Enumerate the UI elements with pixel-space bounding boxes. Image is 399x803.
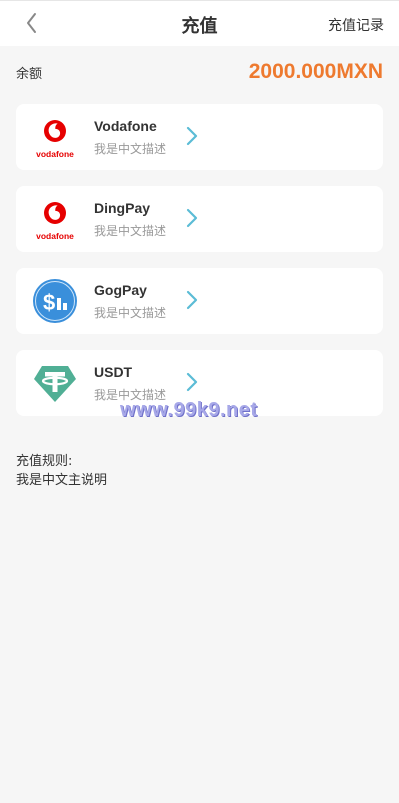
svg-text:$: $: [43, 290, 55, 315]
payment-name: DingPay: [94, 200, 151, 216]
balance-value: 2000.000MXN: [248, 60, 383, 83]
payment-description: 我是中文描述: [94, 142, 167, 156]
vodafone-logo-text: vodafone: [36, 231, 74, 241]
payment-name: GogPay: [94, 282, 147, 298]
balance-label: 余额: [16, 67, 43, 82]
payment-name: USDT: [94, 364, 133, 380]
rules-text: 我是中文主说明: [16, 473, 108, 488]
payment-name: Vodafone: [94, 118, 157, 134]
chevron-right-icon: [186, 126, 198, 146]
top-bar: 充值 充值记录: [0, 0, 399, 46]
vodafone-logo-icon: vodafone: [36, 202, 74, 241]
payment-description: 我是中文描述: [94, 306, 167, 320]
payment-option-gogpay[interactable]: $ GogPay 我是中文描述: [16, 268, 383, 334]
payment-description: 我是中文描述: [94, 224, 167, 238]
balance-row: 余额 2000.000MXN: [16, 58, 383, 90]
watermark-text: www.99k9.net: [120, 399, 258, 421]
chevron-right-icon: [186, 290, 198, 310]
vodafone-logo-text: vodafone: [36, 149, 74, 159]
payment-option-vodafone[interactable]: vodafone Vodafone 我是中文描述: [16, 104, 383, 170]
payment-option-dingpay[interactable]: vodafone DingPay 我是中文描述: [16, 186, 383, 252]
recharge-history-link[interactable]: 充值记录: [328, 15, 384, 35]
vodafone-logo-icon: vodafone: [36, 120, 74, 159]
chevron-right-icon: [186, 208, 198, 228]
rules-title: 充值规则:: [16, 454, 73, 469]
chevron-right-icon: [186, 372, 198, 392]
tether-icon: [34, 366, 76, 402]
dollar-chart-icon: $: [33, 279, 77, 323]
